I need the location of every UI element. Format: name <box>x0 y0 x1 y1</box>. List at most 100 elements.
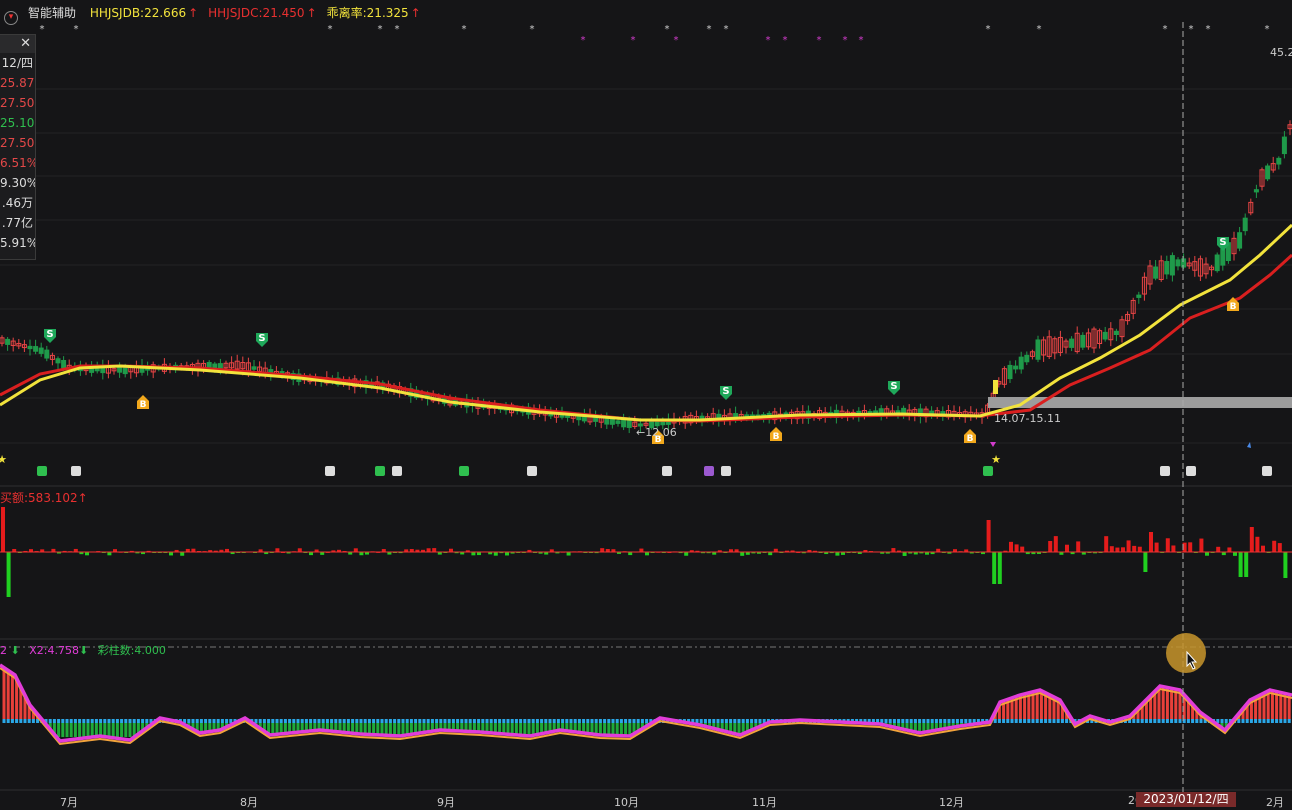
osc-base-bar <box>103 719 107 723</box>
osc-base-bar <box>346 719 350 723</box>
osc-base-bar <box>107 719 111 723</box>
osc-base-bar <box>271 719 275 723</box>
buy-signal-label: B <box>1230 302 1237 312</box>
volume-bar <box>6 552 11 597</box>
candle-body <box>1136 294 1142 298</box>
osc-base-bar <box>724 719 728 723</box>
volume-bar <box>180 552 185 556</box>
osc-bar <box>2 667 6 720</box>
osc-base-bar <box>6 719 10 723</box>
indicator-value-2: 乖离率:21.325 <box>326 6 409 20</box>
osc-base-bar <box>115 719 119 723</box>
osc-base-bar <box>628 719 632 723</box>
osc-base-bar <box>737 719 741 723</box>
sell-signal-label: S <box>890 381 897 392</box>
osc-base-bar <box>1027 719 1031 723</box>
osc-base-bar <box>1140 719 1144 723</box>
osc-base-bar <box>947 719 951 723</box>
osc-base-bar <box>212 719 216 723</box>
kline-chart[interactable]: * * * * * * * * * * * * * * * ** * * * * * * * S SS SSBB B BB★★ <box>0 0 1292 808</box>
arrow-up-icon: ↑ <box>306 6 317 20</box>
osc-base-bar <box>292 719 296 723</box>
osc-base-bar <box>372 719 376 723</box>
close-icon[interactable]: ✕ <box>0 35 35 53</box>
osc-base-bar <box>645 719 649 723</box>
volume-bar <box>1014 544 1019 552</box>
osc-bar <box>1035 690 1039 720</box>
volume-bar <box>1233 552 1237 556</box>
assist-menu[interactable]: 智能辅助 <box>28 6 76 20</box>
volume-bar <box>1283 552 1288 578</box>
pink-star-marker: * <box>817 35 822 46</box>
volume-bar <box>432 548 437 552</box>
osc-base-bar <box>569 719 573 723</box>
osc-base-bar <box>745 719 749 723</box>
chevron-down-icon[interactable]: ▾ <box>4 11 18 25</box>
star-marker: * <box>328 24 333 35</box>
osc-base-bar <box>922 719 926 723</box>
osc-base-bar <box>1199 719 1203 723</box>
osc-base-bar <box>531 719 535 723</box>
osc-base-bar <box>2 719 6 723</box>
osc-base-bar <box>128 719 132 723</box>
osc-base-bar <box>1132 719 1136 723</box>
osc-base-bar <box>716 719 720 723</box>
volume-bar <box>891 548 896 552</box>
osc-base-bar <box>359 719 363 723</box>
osc-base-bar <box>82 719 86 723</box>
candle-body <box>27 345 33 350</box>
osc-base-bar <box>582 719 586 723</box>
candle-body <box>1035 339 1041 360</box>
osc-base-bar <box>1153 719 1157 723</box>
osc-base-bar <box>1018 719 1022 723</box>
osc-base-bar <box>884 719 888 723</box>
osc-base-bar <box>624 719 628 723</box>
volume-bar <box>426 548 431 552</box>
osc-base-bar <box>94 719 98 723</box>
osc-base-bar <box>703 719 707 723</box>
osc-base-bar <box>1266 719 1270 723</box>
pink-star-marker: * <box>766 35 771 46</box>
osc-base-bar <box>254 719 258 723</box>
osc-base-bar <box>1157 719 1161 723</box>
osc-base-bar <box>909 719 913 723</box>
star-marker: * <box>1037 24 1042 35</box>
osc-base-bar <box>1044 719 1048 723</box>
osc-base-bar <box>220 719 224 723</box>
volume-bar <box>1238 552 1243 577</box>
star-icon: ★ <box>991 453 1001 466</box>
volume-bar <box>566 552 571 556</box>
osc-base-bar <box>111 719 115 723</box>
candle-body <box>44 349 50 359</box>
volume-bar <box>1216 546 1221 552</box>
star-marker: * <box>74 24 79 35</box>
osc-base-bar <box>523 719 527 723</box>
candle-body <box>1253 189 1259 193</box>
osc-base-bar <box>430 719 434 723</box>
osc-base-bar <box>426 719 430 723</box>
candle-body <box>1220 248 1226 266</box>
volume-bar <box>1076 541 1081 552</box>
candle-body <box>1242 217 1248 232</box>
ma-line-hhjsjdb <box>0 223 1292 422</box>
osc-base-bar <box>283 719 287 723</box>
osc-neg-bar <box>90 723 94 737</box>
star-marker: * <box>707 24 712 35</box>
osc-base-bar <box>52 719 56 723</box>
volume-bar <box>1171 545 1176 552</box>
buy-signal-icon: B <box>770 427 782 442</box>
osc-neg-bar <box>124 723 128 737</box>
osc-base-bar <box>262 719 266 723</box>
osc-base-bar <box>481 719 485 723</box>
candle-body <box>1169 255 1175 276</box>
info-panel: ✕ 12/四 25.87 27.50 25.10 27.50 6.51% 9.30% .46万… <box>0 34 36 260</box>
osc-base-bar <box>447 719 451 723</box>
osc-base-bar <box>401 719 405 723</box>
volume-bar <box>1109 546 1114 552</box>
osc-base-bar <box>330 719 334 723</box>
chart-window: { "header": { "menu_label": "智能辅助", "ite… <box>0 0 1292 809</box>
candle-body <box>33 346 39 352</box>
osc-base-bar <box>1060 719 1064 723</box>
osc-base-bar <box>535 719 539 723</box>
candle-body <box>1024 354 1030 363</box>
